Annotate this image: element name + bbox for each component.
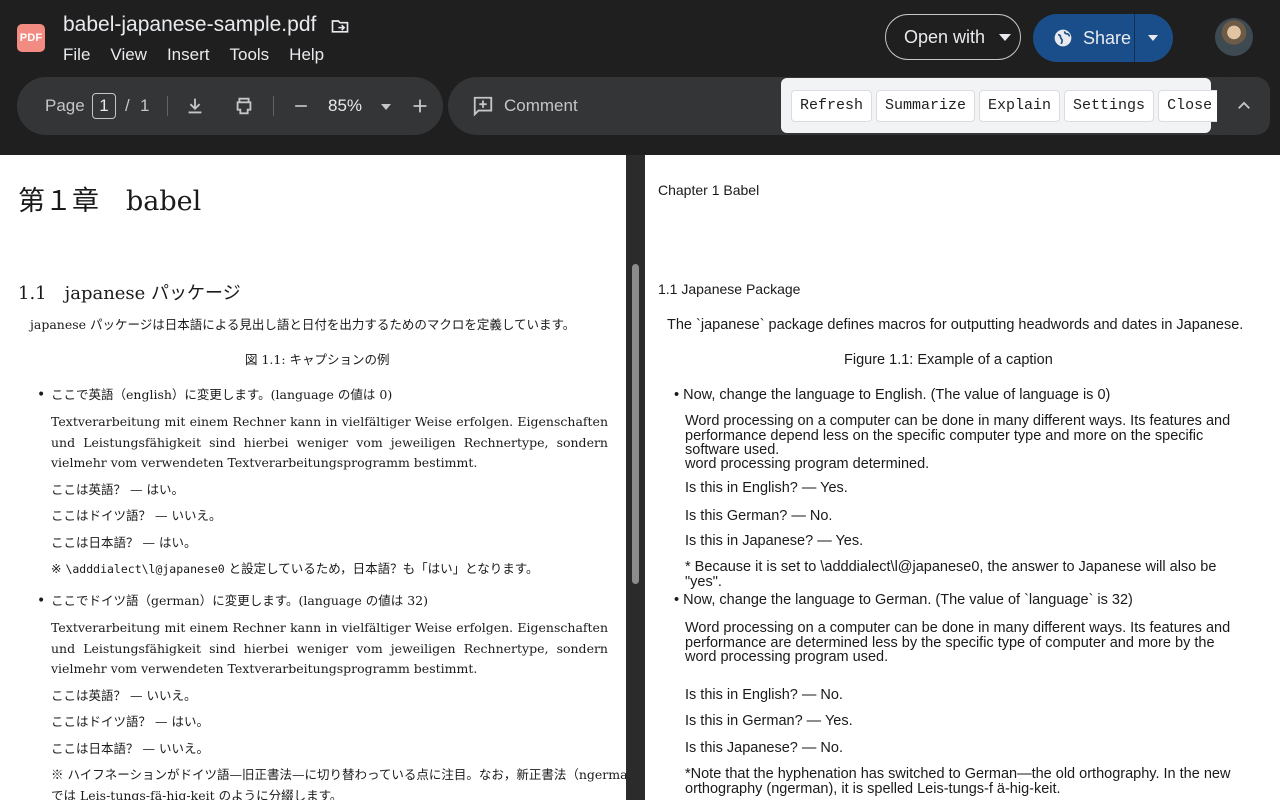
move-to-folder-icon[interactable]: [330, 16, 350, 36]
translated-paragraph-tail: word processing program determined.: [685, 456, 930, 472]
figure-caption: 図 1.1: キャプションの例: [245, 352, 390, 367]
explain-button[interactable]: Explain: [979, 89, 1061, 122]
user-avatar[interactable]: [1215, 18, 1253, 56]
open-with-label: Open with: [904, 26, 986, 47]
question-line: ここは日本語？ — いいえ。: [51, 741, 209, 756]
section-heading: 1.1 japanese パッケージ: [18, 283, 241, 304]
page-label: Page: [45, 96, 85, 115]
german-paragraph: Textverarbeitung mit einem Rechner kann …: [51, 620, 608, 676]
share-label: Share: [1083, 27, 1132, 48]
summarize-button[interactable]: Summarize: [876, 89, 976, 122]
title-bar: PDF babel-japanese-sample.pdf File View …: [0, 0, 1280, 76]
translated-paragraph: Word processing on a computer can be don…: [685, 413, 1231, 458]
zoom-level[interactable]: 85%: [328, 96, 362, 116]
note-line: ※ \adddialect\l@japanese0 と設定しているため，日本語？…: [51, 559, 539, 580]
toolbar-divider: [273, 96, 274, 116]
comment-button[interactable]: Comment: [472, 95, 578, 117]
open-with-button[interactable]: Open with: [885, 14, 1021, 60]
globe-icon: [1054, 29, 1072, 47]
share-divider: [1134, 14, 1135, 62]
document-title[interactable]: babel-japanese-sample.pdf: [63, 13, 316, 37]
refresh-button[interactable]: Refresh: [791, 89, 873, 122]
menu-view[interactable]: View: [110, 45, 147, 65]
note-line: ※ ハイフネーションがドイツ語—旧正書法—に切り替わっている点に注目。なお，新正…: [51, 767, 626, 782]
add-comment-icon: [473, 96, 493, 117]
chapter-heading: 第１章 babel: [18, 186, 202, 217]
scrollbar-thumb[interactable]: [632, 264, 639, 584]
intro-paragraph: The `japanese` package defines macros fo…: [667, 317, 1244, 333]
note-line: では Leis-tungs-fä-hig-keit のように分綴します。: [51, 788, 343, 800]
original-document-pane: 第１章 babel 1.1 japanese パッケージ japanese パッ…: [0, 155, 626, 800]
chevron-down-icon: [999, 33, 1012, 41]
section-heading: 1.1 Japanese Package: [658, 281, 801, 297]
note-mark: ※: [51, 561, 66, 576]
question-line: Is this in English? — Yes.: [685, 480, 848, 496]
menu-bar: File View Insert Tools Help: [63, 45, 324, 65]
translated-paragraph: Word processing on a computer can be don…: [685, 620, 1231, 665]
code-snippet: \adddialect\l@japanese0: [65, 562, 225, 576]
list-item-heading: • Now, change the language to English. (…: [674, 387, 1111, 403]
list-item-heading: ここで英語（english）に変更します。(language の値は 0): [37, 385, 392, 406]
intro-paragraph: japanese パッケージは日本語による見出し語と日付を出力するためのマクロを…: [30, 317, 576, 332]
page-number-input[interactable]: 1: [92, 93, 116, 119]
zoom-dropdown-icon[interactable]: [381, 104, 391, 110]
question-line: ここはドイツ語？ — いいえ。: [51, 508, 222, 523]
question-line: Is this in Japanese? — Yes.: [685, 533, 864, 549]
menu-insert[interactable]: Insert: [167, 45, 210, 65]
collapse-toolbar-button[interactable]: [1217, 77, 1270, 135]
chapter-heading: Chapter 1 Babel: [658, 182, 760, 198]
question-line: ここは英語？ — いいえ。: [51, 688, 197, 703]
page-separator: /: [125, 96, 130, 115]
zoom-in-icon[interactable]: [409, 95, 431, 117]
page-toolbar: Page 1 / 1 85%: [17, 77, 443, 135]
figure-caption: Figure 1.1: Example of a caption: [844, 352, 1053, 368]
question-line: Is this in German? — Yes.: [685, 713, 853, 729]
german-paragraph: Textverarbeitung mit einem Rechner kann …: [51, 414, 608, 470]
pdf-file-icon: PDF: [17, 24, 45, 52]
zoom-out-icon[interactable]: [291, 95, 311, 117]
ai-action-bar: Refresh Summarize Explain Settings Close: [781, 78, 1222, 133]
translation-pane: Chapter 1 Babel 1.1 Japanese Package The…: [645, 155, 1280, 800]
menu-tools[interactable]: Tools: [229, 45, 269, 65]
question-line: ここはドイツ語？ — はい。: [51, 714, 209, 729]
note-text: と設定しているため，日本語？も「はい」となります。: [224, 561, 539, 576]
list-item-heading: ここでドイツ語（german）に変更します。(language の値は 32): [37, 591, 428, 612]
close-button[interactable]: Close: [1158, 89, 1222, 122]
note-line: * Because it is set to \adddialect\l@jap…: [685, 559, 1217, 590]
download-icon[interactable]: [184, 95, 206, 117]
question-line: Is this in English? — No.: [685, 687, 843, 703]
question-line: ここは英語？ — はい。: [51, 482, 184, 497]
list-item-heading: • Now, change the language to German. (T…: [674, 592, 1133, 608]
settings-button[interactable]: Settings: [1064, 89, 1155, 122]
print-icon[interactable]: [233, 95, 255, 117]
page-total: 1: [140, 96, 150, 115]
question-line: Is this Japanese? — No.: [685, 740, 843, 756]
chevron-up-icon: [1237, 101, 1250, 109]
menu-help[interactable]: Help: [289, 45, 324, 65]
note-line: *Note that the hyphenation has switched …: [685, 766, 1231, 797]
menu-file[interactable]: File: [63, 45, 90, 65]
toolbar-divider: [167, 96, 168, 116]
question-line: Is this German? — No.: [685, 508, 833, 524]
share-button[interactable]: Share: [1033, 14, 1173, 62]
comment-label: Comment: [504, 96, 578, 115]
question-line: ここは日本語？ — はい。: [51, 535, 197, 550]
share-options-chevron-icon[interactable]: [1148, 35, 1158, 41]
